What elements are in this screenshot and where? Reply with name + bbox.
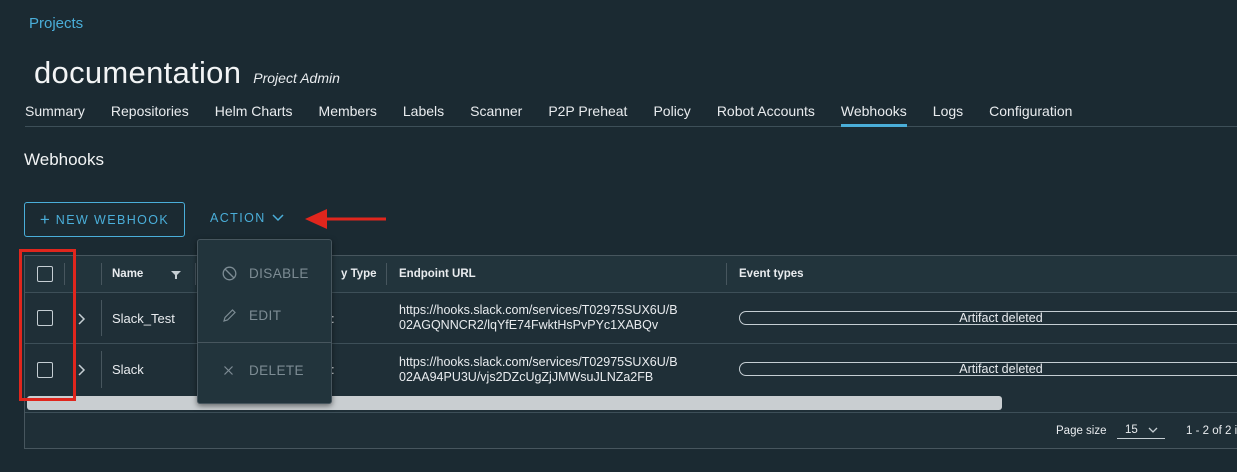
pencil-icon bbox=[222, 308, 238, 323]
page-title: documentation bbox=[34, 55, 242, 90]
datagrid-footer: Page size 15 1 - 2 of 2 i bbox=[25, 412, 1237, 449]
chevron-down-icon bbox=[1148, 427, 1158, 433]
new-webhook-button[interactable]: + NEW WEBHOOK bbox=[24, 202, 185, 237]
edit-menu-item[interactable]: EDIT bbox=[198, 303, 331, 327]
breadcrumb[interactable]: Projects bbox=[29, 15, 83, 32]
header-event-types[interactable]: Event types bbox=[739, 256, 804, 292]
endpoint-url-line: https://hooks.slack.com/services/T02975S… bbox=[399, 303, 678, 317]
tab-helm-charts[interactable]: Helm Charts bbox=[215, 101, 293, 127]
delete-label: DELETE bbox=[249, 362, 304, 378]
disable-label: DISABLE bbox=[249, 265, 309, 281]
tab-scanner[interactable]: Scanner bbox=[470, 101, 522, 127]
header-notify-type[interactable]: y Type bbox=[341, 256, 377, 292]
webhook-name: Slack_Test bbox=[112, 310, 175, 326]
delete-menu-item[interactable]: DELETE bbox=[198, 358, 331, 382]
edit-label: EDIT bbox=[249, 307, 282, 323]
checkbox-highlight-annotation bbox=[19, 249, 76, 401]
column-divider bbox=[726, 263, 727, 285]
section-title: Webhooks bbox=[24, 150, 105, 169]
event-type-label: Artifact deleted bbox=[739, 311, 1237, 325]
endpoint-url: https://hooks.slack.com/services/T02975S… bbox=[399, 344, 678, 395]
action-label: ACTION bbox=[210, 211, 266, 225]
disable-menu-item[interactable]: DISABLE bbox=[198, 261, 331, 285]
endpoint-url-line: 02AA94PU3U/vjs2DZcUgZjJMWsuJLNZa2FB bbox=[399, 369, 654, 384]
page-size-label: Page size bbox=[1056, 425, 1107, 437]
page-size-value: 15 bbox=[1125, 423, 1138, 436]
action-dropdown-button[interactable]: ACTION bbox=[210, 211, 284, 225]
header-endpoint-url[interactable]: Endpoint URL bbox=[399, 256, 476, 292]
column-divider bbox=[195, 263, 196, 285]
chevron-right-icon[interactable] bbox=[78, 364, 86, 376]
tab-labels[interactable]: Labels bbox=[403, 101, 444, 127]
tab-bar: Summary Repositories Helm Charts Members… bbox=[25, 101, 1237, 127]
tab-robot-accounts[interactable]: Robot Accounts bbox=[717, 101, 815, 127]
event-type-label: Artifact deleted bbox=[739, 362, 1237, 376]
column-divider bbox=[101, 300, 102, 336]
tab-members[interactable]: Members bbox=[319, 101, 377, 127]
tab-p2p-preheat[interactable]: P2P Preheat bbox=[548, 101, 627, 127]
menu-divider bbox=[198, 342, 331, 343]
tab-webhooks[interactable]: Webhooks bbox=[840, 101, 907, 127]
new-webhook-label: NEW WEBHOOK bbox=[55, 212, 170, 227]
tab-repositories[interactable]: Repositories bbox=[111, 101, 189, 127]
chevron-right-icon[interactable] bbox=[78, 313, 86, 325]
column-divider bbox=[101, 263, 102, 285]
pagination-range: 1 - 2 of 2 i bbox=[1186, 425, 1237, 437]
horizontal-scrollbar[interactable] bbox=[27, 396, 1002, 410]
filter-icon[interactable] bbox=[171, 270, 181, 280]
column-divider bbox=[101, 351, 102, 388]
tab-logs[interactable]: Logs bbox=[933, 101, 963, 127]
chevron-down-icon bbox=[272, 214, 284, 222]
ban-icon bbox=[222, 266, 238, 281]
endpoint-url-line: https://hooks.slack.com/services/T02975S… bbox=[399, 354, 678, 369]
tab-summary[interactable]: Summary bbox=[25, 101, 85, 127]
tab-configuration[interactable]: Configuration bbox=[989, 101, 1072, 127]
page-header: documentation Project Admin bbox=[34, 55, 340, 91]
webhook-name: Slack bbox=[112, 362, 144, 377]
tab-policy[interactable]: Policy bbox=[653, 101, 690, 127]
role-label: Project Admin bbox=[253, 70, 340, 86]
column-divider bbox=[386, 263, 387, 285]
plus-icon: + bbox=[39, 210, 50, 229]
page-size-select[interactable]: 15 bbox=[1117, 421, 1165, 439]
close-icon bbox=[222, 364, 238, 377]
action-menu: DISABLE EDIT DELETE bbox=[197, 239, 332, 404]
endpoint-url-line: 02AGQNNCR2/lqYfE74FwktHsPvPYc1XABQv bbox=[399, 318, 659, 332]
red-arrow-annotation-icon bbox=[305, 209, 386, 229]
header-name[interactable]: Name bbox=[112, 256, 143, 292]
endpoint-url: https://hooks.slack.com/services/T02975S… bbox=[399, 293, 678, 343]
